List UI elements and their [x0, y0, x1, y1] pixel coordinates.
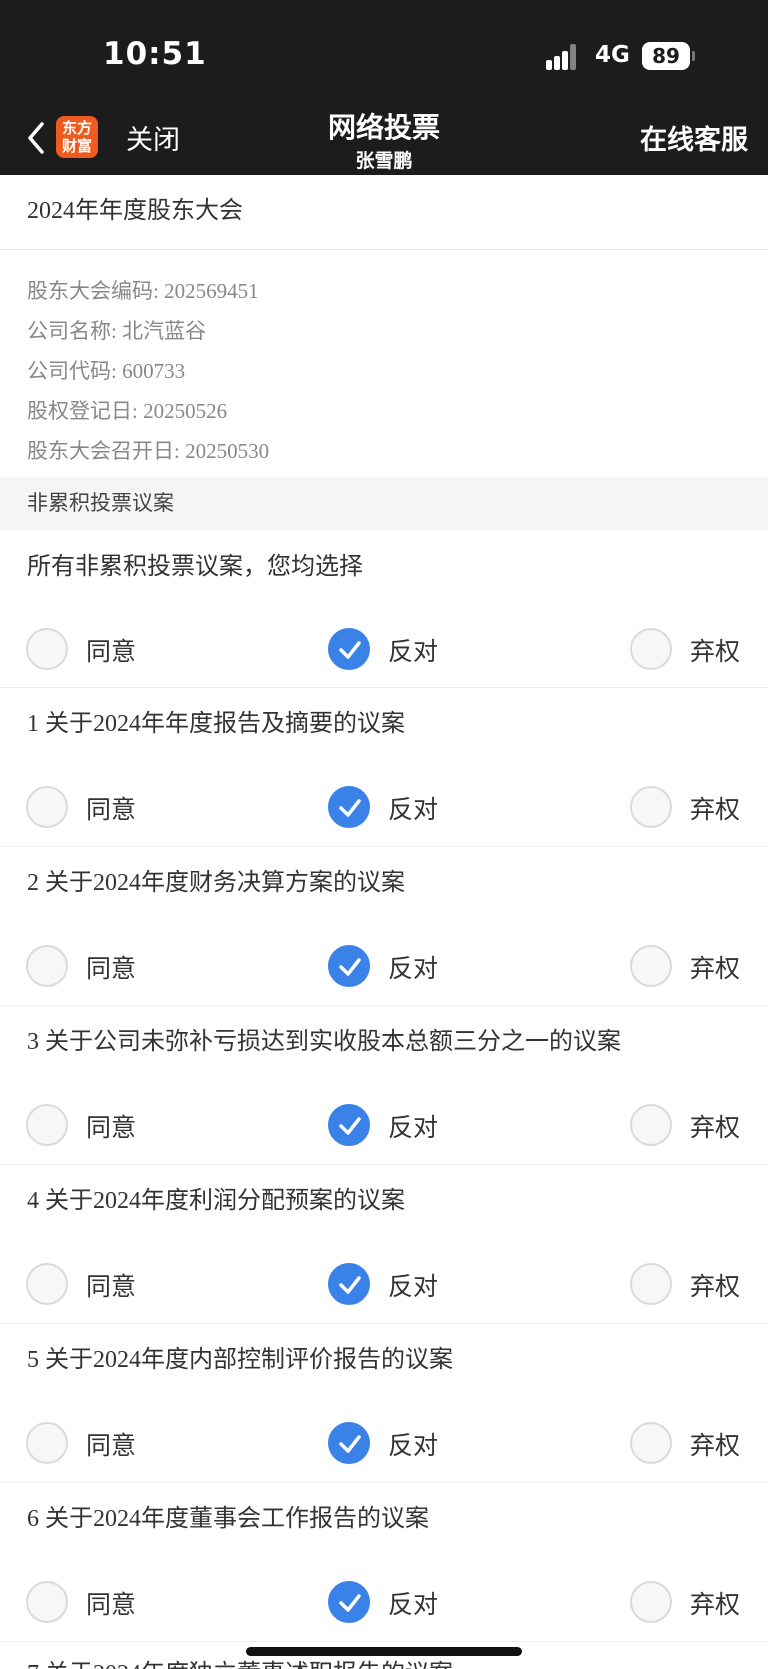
- company-name: 公司名称: 北汽蓝谷: [27, 319, 207, 343]
- option-label: 反对: [388, 795, 439, 824]
- radio-icon: [26, 1263, 68, 1305]
- vote-options: 同意 反对 弃权: [0, 1421, 768, 1465]
- proposal-block: 6 关于2024年度董事会工作报告的议案 同意 反对 弃权: [0, 1483, 768, 1642]
- proposal-title: 2 关于2024年度财务决算方案的议案: [27, 870, 405, 896]
- vote-all-title: 所有非累积投票议案，您均选择: [27, 552, 363, 580]
- option-label: 反对: [388, 1113, 439, 1142]
- meeting-code: 股东大会编码: 202569451: [27, 279, 259, 303]
- option-label: 反对: [388, 1590, 439, 1619]
- proposal-block: 2 关于2024年度财务决算方案的议案 同意 反对 弃权: [0, 847, 768, 1006]
- radio-icon: [630, 945, 672, 987]
- proposal-block: 4 关于2024年度利润分配预案的议案 同意 反对 弃权: [0, 1165, 768, 1324]
- radio-icon: [26, 945, 68, 987]
- radio-icon: [630, 628, 672, 670]
- radio-icon: [630, 1581, 672, 1623]
- option-label: 同意: [86, 1590, 137, 1619]
- radio-checked-icon: [328, 1104, 370, 1146]
- option-label: 弃权: [690, 1113, 741, 1142]
- option-label: 同意: [86, 795, 137, 824]
- option-label: 弃权: [690, 1431, 741, 1460]
- radio-icon: [26, 628, 68, 670]
- battery-cap: [692, 51, 695, 61]
- record-date: 股权登记日: 20250526: [27, 399, 228, 423]
- proposal-title: 4 关于2024年度利润分配预案的议案: [27, 1188, 405, 1214]
- status-bar: 10:51 4G 89: [0, 0, 768, 100]
- radio-icon: [26, 1104, 68, 1146]
- proposal-title: 6 关于2024年度董事会工作报告的议案: [27, 1506, 429, 1532]
- radio-icon: [630, 1422, 672, 1464]
- radio-checked-icon: [328, 1263, 370, 1305]
- online-service-button[interactable]: 在线客服: [640, 118, 748, 157]
- meeting-info: 股东大会编码: 202569451 公司名称: 北汽蓝谷 公司代码: 60073…: [0, 250, 768, 477]
- battery-icon: 89: [642, 42, 690, 70]
- proposal-block: 1 关于2024年年度报告及摘要的议案 同意 反对 弃权: [0, 688, 768, 847]
- proposal-title: 5 关于2024年度内部控制评价报告的议案: [27, 1347, 453, 1373]
- section-header: 非累积投票议案: [0, 477, 768, 530]
- radio-checked-icon: [328, 628, 370, 670]
- option-label: 弃权: [690, 795, 741, 824]
- radio-icon: [26, 1581, 68, 1623]
- meeting-date: 股东大会召开日: 20250530: [27, 439, 270, 463]
- proposal-title: 3 关于公司未弥补亏损达到实收股本总额三分之一的议案: [27, 1029, 621, 1055]
- option-label: 同意: [86, 1113, 137, 1142]
- radio-checked-icon: [328, 945, 370, 987]
- radio-icon: [26, 1422, 68, 1464]
- home-indicator[interactable]: [246, 1647, 522, 1656]
- proposal-title: 7 关于2024年度独立董事述职报告的议案: [27, 1654, 453, 1669]
- option-label: 反对: [388, 1272, 439, 1301]
- option-label: 同意: [86, 637, 137, 666]
- vote-all-block: 所有非累积投票议案，您均选择 同意 反对 弃权: [0, 530, 768, 688]
- main-content: 2024年年度股东大会 股东大会编码: 202569451 公司名称: 北汽蓝谷…: [0, 175, 768, 1669]
- option-label: 同意: [86, 954, 137, 983]
- proposal-block: 3 关于公司未弥补亏损达到实收股本总额三分之一的议案 同意 反对 弃权: [0, 1006, 768, 1165]
- vote-options: 同意 反对 弃权: [0, 944, 768, 988]
- nav-bar: 东方 财富 关闭 网络投票 张雪鹏 在线客服: [0, 100, 768, 175]
- option-label: 反对: [388, 954, 439, 983]
- company-code: 公司代码: 600733: [27, 359, 186, 383]
- radio-icon: [630, 786, 672, 828]
- option-label: 反对: [388, 637, 439, 666]
- vote-options: 同意 反对 弃权: [0, 1103, 768, 1147]
- option-label: 弃权: [690, 954, 741, 983]
- option-label: 反对: [388, 1431, 439, 1460]
- option-label: 同意: [86, 1431, 137, 1460]
- radio-checked-icon: [328, 786, 370, 828]
- status-time: 10:51: [103, 36, 207, 72]
- option-label: 弃权: [690, 1590, 741, 1619]
- radio-checked-icon: [328, 1422, 370, 1464]
- option-label: 弃权: [690, 1272, 741, 1301]
- network-label: 4G: [595, 42, 630, 68]
- vote-options: 同意 反对 弃权: [0, 1580, 768, 1624]
- option-label: 弃权: [690, 637, 741, 666]
- radio-icon: [630, 1263, 672, 1305]
- proposal-title: 1 关于2024年年度报告及摘要的议案: [27, 711, 405, 737]
- radio-checked-icon: [328, 1581, 370, 1623]
- vote-options: 同意 反对 弃权: [0, 1262, 768, 1306]
- radio-icon: [26, 786, 68, 828]
- option-label: 同意: [86, 1272, 137, 1301]
- radio-icon: [630, 1104, 672, 1146]
- meeting-title: 2024年年度股东大会: [0, 175, 768, 250]
- vote-options: 同意 反对 弃权: [0, 627, 768, 671]
- signal-icon: [546, 44, 584, 70]
- vote-options: 同意 反对 弃权: [0, 785, 768, 829]
- proposal-block: 5 关于2024年度内部控制评价报告的议案 同意 反对 弃权: [0, 1324, 768, 1483]
